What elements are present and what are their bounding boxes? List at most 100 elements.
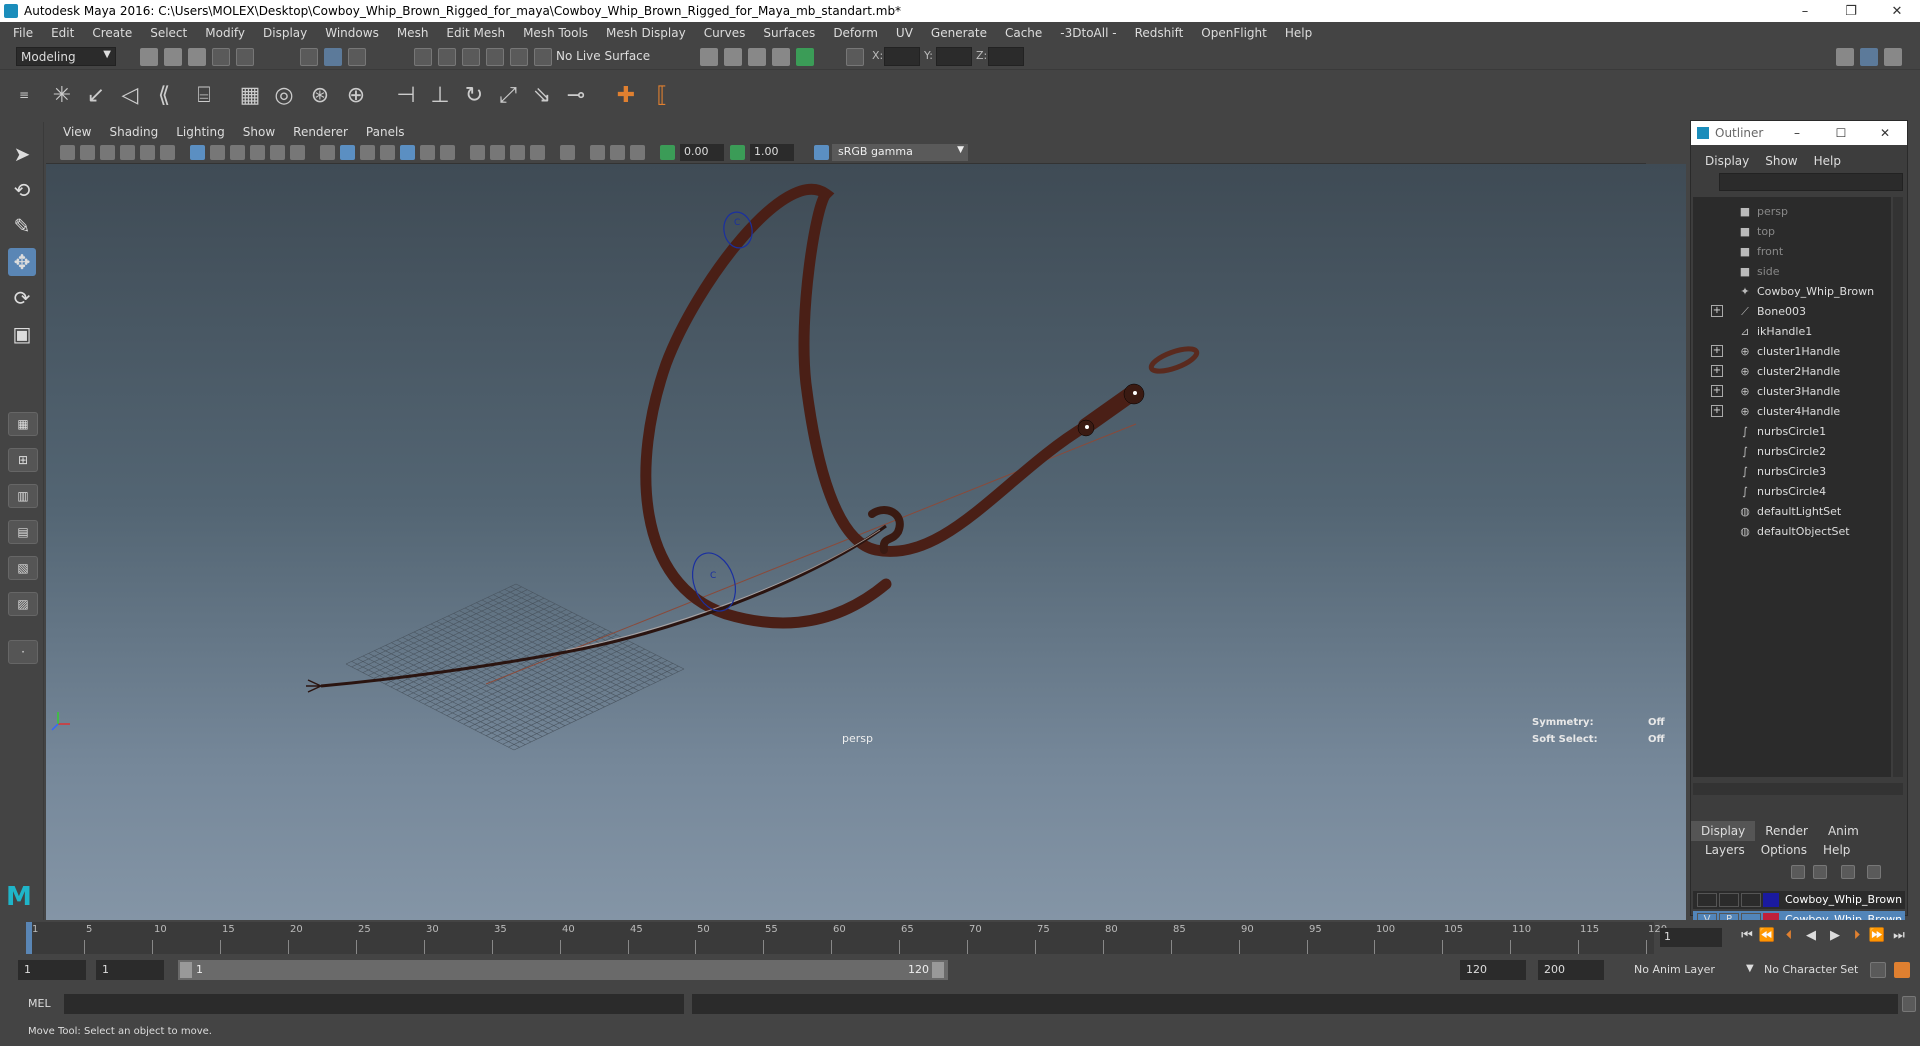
snap-curve-icon[interactable] bbox=[438, 48, 456, 66]
layer-editor-tab[interactable]: Display bbox=[1691, 821, 1756, 841]
step-back-key-icon[interactable]: ⏴ bbox=[1780, 928, 1798, 948]
outliner-item[interactable]: ◍ defaultLightSet bbox=[1693, 501, 1891, 521]
rotate-tool-icon[interactable]: ⟳ bbox=[8, 284, 36, 312]
anim-layer-dropdown[interactable]: No Anim Layer bbox=[1634, 963, 1715, 976]
x-field[interactable] bbox=[884, 47, 920, 66]
select-component-icon[interactable] bbox=[348, 48, 366, 66]
four-view-layout-icon[interactable]: ⊞ bbox=[8, 448, 38, 472]
isolate-select-icon[interactable] bbox=[560, 145, 575, 160]
perspective-viewport[interactable]: C C persp Symmetry: Off Soft Select: Off bbox=[46, 164, 1686, 920]
shelf-settings-icon[interactable]: ≡ bbox=[10, 80, 38, 110]
screen-space-ao-icon[interactable] bbox=[470, 145, 485, 160]
menu-item[interactable]: Mesh bbox=[388, 26, 438, 40]
outliner-item[interactable]: ◍ defaultObjectSet bbox=[1693, 521, 1891, 541]
animation-end-field[interactable]: 200 bbox=[1538, 960, 1604, 980]
go-to-end-icon[interactable]: ⏭ bbox=[1890, 928, 1908, 948]
snap-view-icon[interactable] bbox=[486, 48, 504, 66]
field-chart-icon[interactable] bbox=[270, 145, 285, 160]
aim-constraint-icon[interactable]: ⊥ bbox=[426, 80, 454, 110]
menu-item[interactable]: Modify bbox=[196, 26, 254, 40]
grid-toggle-icon[interactable] bbox=[190, 145, 205, 160]
layer-color-swatch[interactable] bbox=[1763, 893, 1779, 907]
menu-item[interactable]: Generate bbox=[922, 26, 996, 40]
attribute-editor-tab-strip[interactable] bbox=[1910, 70, 1920, 920]
menu-item[interactable]: Cache bbox=[996, 26, 1051, 40]
tool-settings-icon[interactable] bbox=[1884, 48, 1902, 66]
command-input[interactable] bbox=[64, 994, 684, 1014]
layer-editor-tab[interactable]: Render bbox=[1755, 821, 1818, 841]
wrap-icon[interactable]: ⊛ bbox=[306, 80, 334, 110]
range-end-handle[interactable] bbox=[932, 962, 944, 978]
joint-tool-icon[interactable]: ✳ bbox=[48, 80, 76, 110]
outliner-item[interactable]: ∫ nurbsCircle1 bbox=[1693, 421, 1891, 441]
custom-layout-icon[interactable]: · bbox=[8, 640, 38, 664]
xray-joints-icon[interactable] bbox=[630, 145, 645, 160]
outliner-horizontal-scrollbar[interactable] bbox=[1693, 783, 1903, 795]
select-object-icon[interactable] bbox=[324, 48, 342, 66]
play-backward-icon[interactable]: ◀ bbox=[1802, 928, 1820, 948]
panel-menu-item[interactable]: Renderer bbox=[284, 125, 357, 139]
outliner-item[interactable]: ⊿ ikHandle1 bbox=[1693, 321, 1891, 341]
menu-item[interactable]: UV bbox=[887, 26, 922, 40]
outliner-item[interactable]: ∫ nurbsCircle3 bbox=[1693, 461, 1891, 481]
outliner-item[interactable]: + ⊕ cluster2Handle bbox=[1693, 361, 1891, 381]
ik-handle-icon[interactable]: ↙ bbox=[82, 80, 110, 110]
animation-start-field[interactable]: 1 bbox=[18, 960, 86, 980]
outliner-item[interactable]: + ⊕ cluster4Handle bbox=[1693, 401, 1891, 421]
time-slider-track[interactable]: 1 5 10 15 20 25 30 35 40 45 50 55 60 65 70 75 80 85 90 95 10… bbox=[26, 922, 1667, 954]
scale-tool-icon[interactable]: ▣ bbox=[8, 320, 36, 348]
layer-playback-toggle[interactable] bbox=[1719, 893, 1739, 907]
restore-button[interactable]: ❐ bbox=[1828, 0, 1874, 22]
paint-select-icon[interactable]: ✎ bbox=[8, 212, 36, 240]
outliner-vertical-scrollbar[interactable] bbox=[1893, 197, 1903, 777]
character-set-dropdown[interactable]: No Character Set bbox=[1764, 963, 1858, 976]
point-constraint-icon[interactable]: ⊣ bbox=[392, 80, 420, 110]
blend-shape-icon[interactable]: ⊕ bbox=[342, 80, 370, 110]
orient-constraint-icon[interactable]: ↻ bbox=[460, 80, 488, 110]
snap-point-icon[interactable] bbox=[462, 48, 480, 66]
minimize-button[interactable]: – bbox=[1782, 0, 1828, 22]
layer-visibility-toggle[interactable] bbox=[1697, 893, 1717, 907]
y-field[interactable] bbox=[936, 47, 972, 66]
playback-start-field[interactable]: 1 bbox=[96, 960, 164, 980]
exposure-field[interactable]: 0.00 bbox=[680, 144, 724, 161]
persp-outliner-layout-icon[interactable]: ▥ bbox=[8, 484, 38, 508]
move-layer-up-icon[interactable] bbox=[1791, 865, 1805, 879]
chevron-down-icon[interactable]: ▼ bbox=[1746, 963, 1754, 974]
menu-item[interactable]: Help bbox=[1276, 26, 1321, 40]
save-scene-icon[interactable] bbox=[188, 48, 206, 66]
new-layer-selected-icon[interactable] bbox=[1867, 865, 1881, 879]
parent-constraint-icon[interactable]: ⇘ bbox=[528, 80, 556, 110]
maximize-button[interactable]: ☐ bbox=[1819, 126, 1863, 140]
render-view-icon[interactable] bbox=[724, 48, 742, 66]
outliner-item[interactable]: ■ persp bbox=[1693, 201, 1891, 221]
new-scene-icon[interactable] bbox=[140, 48, 158, 66]
outliner-item[interactable]: ✦ Cowboy_Whip_Brown bbox=[1693, 281, 1891, 301]
expand-icon[interactable]: + bbox=[1711, 405, 1723, 417]
outliner-menu-item[interactable]: Show bbox=[1757, 154, 1805, 168]
move-layer-down-icon[interactable] bbox=[1813, 865, 1827, 879]
expand-icon[interactable]: + bbox=[1711, 385, 1723, 397]
smooth-shade-icon[interactable] bbox=[340, 145, 355, 160]
xray-icon[interactable] bbox=[590, 145, 605, 160]
panel-menu-item[interactable]: Shading bbox=[100, 125, 167, 139]
menu-item[interactable]: Mesh Tools bbox=[514, 26, 597, 40]
panel-menu-item[interactable]: Panels bbox=[357, 125, 414, 139]
wireframe-on-shaded-icon[interactable] bbox=[380, 145, 395, 160]
gamma-icon[interactable] bbox=[730, 145, 745, 160]
outliner-item[interactable]: ■ side bbox=[1693, 261, 1891, 281]
outliner-item[interactable]: ■ top bbox=[1693, 221, 1891, 241]
expand-icon[interactable]: + bbox=[1711, 365, 1723, 377]
redo-icon[interactable] bbox=[236, 48, 254, 66]
image-plane-icon[interactable] bbox=[120, 145, 135, 160]
gamma-field[interactable]: 1.00 bbox=[750, 144, 794, 161]
outliner-item[interactable]: ∫ nurbsCircle4 bbox=[1693, 481, 1891, 501]
menu-item[interactable]: Redshift bbox=[1126, 26, 1193, 40]
make-live-icon[interactable] bbox=[534, 48, 552, 66]
default-material-icon[interactable] bbox=[360, 145, 375, 160]
menu-item[interactable]: Display bbox=[254, 26, 316, 40]
menu-item[interactable]: Windows bbox=[316, 26, 388, 40]
outliner-item[interactable]: + ⊕ cluster1Handle bbox=[1693, 341, 1891, 361]
textured-icon[interactable] bbox=[400, 145, 415, 160]
menu-item[interactable]: Surfaces bbox=[754, 26, 824, 40]
